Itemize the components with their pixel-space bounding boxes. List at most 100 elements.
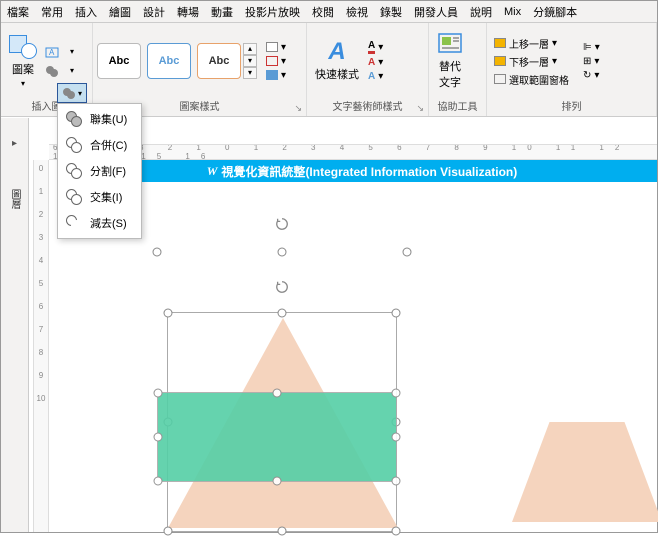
vertical-ruler: 012345678910 (33, 160, 49, 532)
slide-canvas[interactable] (67, 182, 657, 532)
menu-item[interactable]: Mix (498, 3, 527, 21)
chevron-down-icon: ▾ (21, 79, 25, 88)
align-button[interactable]: ⊫▾ (580, 41, 603, 54)
alt-text-icon (437, 32, 463, 56)
intersect-icon (66, 189, 82, 205)
menu-union[interactable]: 聯集(U) (58, 106, 141, 132)
align-icon: ⊫ (583, 42, 592, 53)
menu-item[interactable]: 常用 (35, 1, 69, 23)
menu-item[interactable]: 校閱 (306, 1, 340, 23)
gallery-scroller[interactable]: ▴ ▾ ▾ (243, 43, 257, 79)
scroll-down-icon[interactable]: ▾ (243, 55, 257, 67)
selection-group[interactable] (157, 252, 407, 552)
style-item[interactable]: Abc (197, 43, 241, 79)
selection-pane-button[interactable]: 選取範圍窗格 (491, 71, 572, 88)
chevron-right-icon[interactable]: ▸ (12, 138, 17, 149)
menu-item[interactable]: 繪圖 (103, 1, 137, 23)
outline-icon (266, 56, 278, 66)
gallery-expand-icon[interactable]: ▾ (243, 67, 257, 79)
ribbon-group-arrange: 上移一層 ▾ 下移一層 ▾ 選取範圍窗格 ⊫▾ ⊞▾ ↻▾ 排列 (487, 23, 657, 116)
scroll-up-icon[interactable]: ▴ (243, 43, 257, 55)
handle[interactable] (153, 248, 162, 257)
group-button[interactable]: ⊞▾ (580, 55, 603, 68)
rotate-handle-icon[interactable] (275, 217, 289, 231)
handle[interactable] (164, 309, 173, 318)
logo-icon: W (207, 164, 218, 179)
text-outline-icon: A (368, 57, 375, 68)
textbox-icon[interactable]: A (43, 43, 61, 61)
chevron-down-icon[interactable]: ▾ (63, 43, 81, 61)
shape-outline-button[interactable]: ▾ (263, 55, 289, 68)
handle[interactable] (392, 477, 401, 486)
combine-icon (66, 137, 82, 153)
bring-forward-button[interactable]: 上移一層 ▾ (491, 35, 572, 52)
handle[interactable] (154, 477, 163, 486)
menu-fragment[interactable]: 分割(F) (58, 158, 141, 184)
ribbon-group-wordart: A 快速樣式 A▾ A▾ A▾ 文字藝術師樣式↘ (307, 23, 429, 116)
rectangle-shape[interactable] (157, 392, 397, 482)
menu-item[interactable]: 說明 (464, 1, 498, 23)
shape-fill-button[interactable]: ▾ (263, 41, 289, 54)
menu-item[interactable]: 插入 (69, 1, 103, 23)
style-item[interactable]: Abc (97, 43, 141, 79)
send-backward-icon (494, 56, 506, 66)
menu-intersect[interactable]: 交集(I) (58, 184, 141, 210)
handle[interactable] (392, 389, 401, 398)
style-item[interactable]: Abc (147, 43, 191, 79)
group-label: 協助工具 (433, 97, 482, 114)
handle[interactable] (392, 527, 401, 536)
alt-text-button[interactable]: 替代 文字 (433, 30, 467, 92)
quick-styles-button[interactable]: A 快速樣式 (311, 38, 363, 84)
collapsed-thumbnail-panel[interactable]: ▸ 圖層 (1, 118, 29, 532)
text-fill-icon: A (368, 40, 375, 54)
text-effects-icon: A (368, 71, 375, 82)
rotate-handle-icon[interactable] (275, 280, 289, 294)
menu-item[interactable]: 設計 (137, 1, 171, 23)
handle[interactable] (273, 389, 282, 398)
shapes-button[interactable]: 圖案 ▾ (5, 33, 41, 90)
union-icon (66, 111, 82, 127)
menu-subtract[interactable]: 減去(S) (58, 210, 141, 236)
merge-shapes-dropdown-button[interactable]: ▾ (57, 83, 87, 103)
style-gallery[interactable]: Abc Abc Abc (97, 43, 241, 79)
launcher-icon[interactable]: ↘ (416, 103, 424, 114)
shape-effects-button[interactable]: ▾ (263, 69, 289, 82)
quickstyle-label: 快速樣式 (315, 66, 359, 82)
handle[interactable] (273, 477, 282, 486)
merge-shapes-menu: 聯集(U) 合併(C) 分割(F) 交集(I) 減去(S) (57, 103, 142, 239)
svg-text:A: A (49, 48, 55, 57)
bring-forward-icon (494, 38, 506, 48)
handle[interactable] (278, 527, 287, 536)
text-fill-button[interactable]: A▾ (365, 39, 386, 55)
menu-item[interactable]: 檔案 (1, 1, 35, 23)
handle[interactable] (403, 248, 412, 257)
launcher-icon[interactable]: ↘ (294, 103, 302, 114)
chevron-down-icon: ▾ (78, 89, 82, 98)
trapezoid-shape[interactable] (512, 422, 658, 522)
group-icon: ⊞ (583, 56, 591, 67)
handle[interactable] (392, 433, 401, 442)
ribbon-group-accessibility: 替代 文字 協助工具 (429, 23, 487, 116)
chevron-down-icon[interactable]: ▾ (63, 62, 81, 80)
menu-item[interactable]: 投影片放映 (239, 1, 306, 23)
menu-item[interactable]: 動畫 (205, 1, 239, 23)
menu-item[interactable]: 轉場 (171, 1, 205, 23)
handle[interactable] (154, 389, 163, 398)
handle[interactable] (154, 433, 163, 442)
rotate-button[interactable]: ↻▾ (580, 69, 603, 82)
menu-combine[interactable]: 合併(C) (58, 132, 141, 158)
handle[interactable] (278, 248, 287, 257)
merge-shapes-icon[interactable] (43, 62, 61, 80)
menu-item[interactable]: 分鏡腳本 (527, 1, 583, 23)
text-outline-button[interactable]: A▾ (365, 56, 386, 69)
shapes-icon (9, 35, 37, 59)
shapes-label: 圖案 (12, 61, 34, 77)
send-backward-button[interactable]: 下移一層 ▾ (491, 53, 572, 70)
menu-item[interactable]: 開發人員 (408, 1, 464, 23)
menu-item[interactable]: 檢視 (340, 1, 374, 23)
handle[interactable] (278, 309, 287, 318)
menu-item[interactable]: 錄製 (374, 1, 408, 23)
handle[interactable] (164, 527, 173, 536)
handle[interactable] (392, 309, 401, 318)
text-effects-button[interactable]: A▾ (365, 70, 386, 83)
